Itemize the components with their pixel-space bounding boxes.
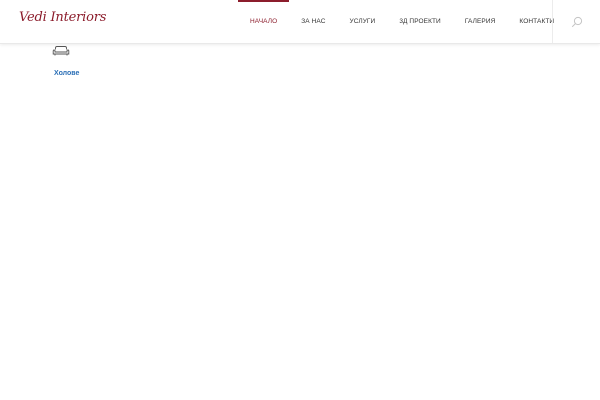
nav-item-services[interactable]: УСЛУГИ <box>350 0 376 43</box>
nav-item-about[interactable]: ЗА НАС <box>301 0 325 43</box>
nav-item-3d-projects[interactable]: 3Д ПРОЕКТИ <box>399 0 441 43</box>
nav-item-gallery[interactable]: ГАЛЕРИЯ <box>465 0 496 43</box>
main-nav: НАЧАЛО ЗА НАС УСЛУГИ 3Д ПРОЕКТИ ГАЛЕРИЯ … <box>237 0 554 43</box>
nav-item-contacts[interactable]: КОНТАКТИ <box>519 0 554 43</box>
search-button[interactable] <box>552 0 600 43</box>
search-icon <box>571 16 583 27</box>
category-link-halls[interactable]: Холове <box>54 70 79 77</box>
site-logo[interactable]: Vedi Interiors <box>19 10 106 25</box>
site-header: Vedi Interiors НАЧАЛО ЗА НАС УСЛУГИ 3Д П… <box>0 0 600 44</box>
sofa-icon <box>52 46 70 56</box>
nav-item-home[interactable]: НАЧАЛО <box>237 0 290 43</box>
